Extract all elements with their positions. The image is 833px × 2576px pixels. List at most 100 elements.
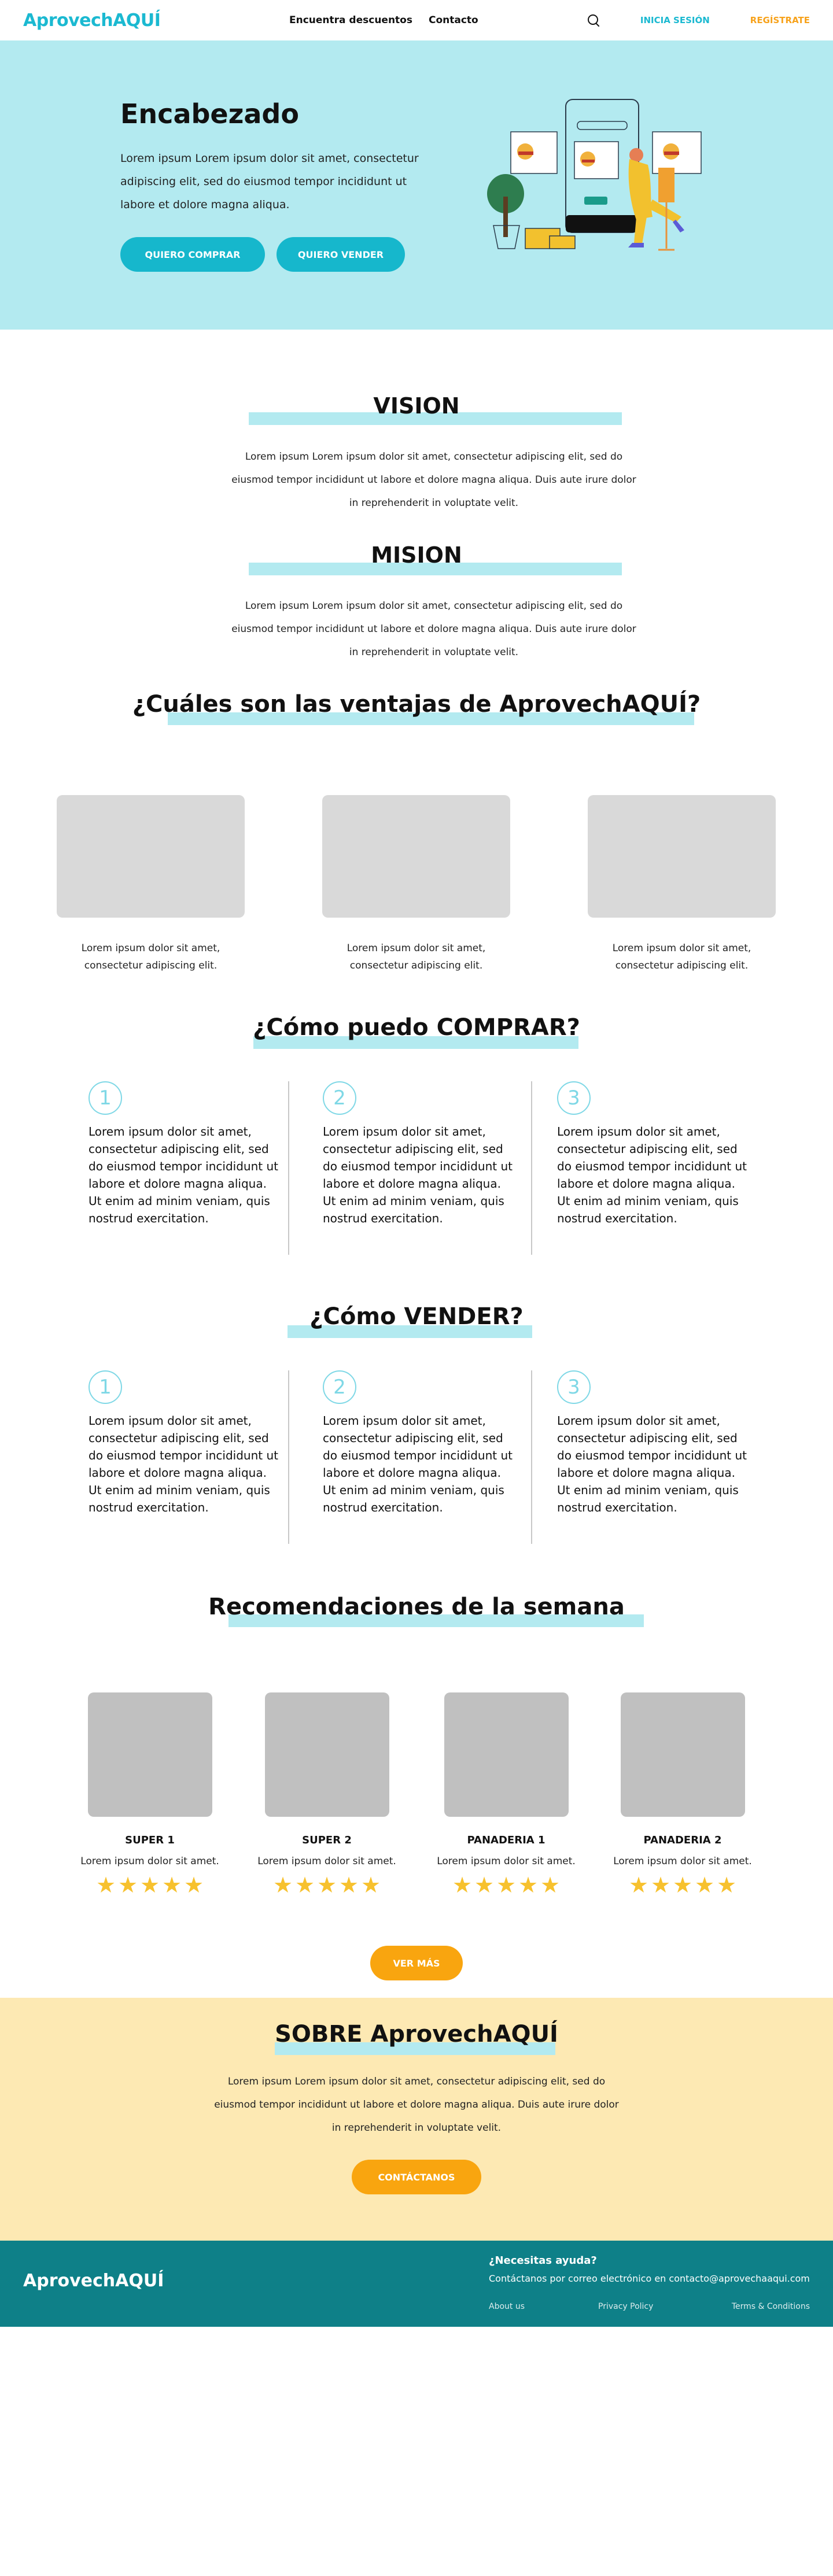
step-number: 1 xyxy=(89,1370,122,1404)
star-icon: ★ xyxy=(140,1872,160,1898)
advantage-text-1: Lorem ipsum dolor sit amet, consectetur … xyxy=(81,943,220,971)
rating-stars: ★ ★ ★ ★ ★ xyxy=(431,1872,581,1898)
buy-button[interactable]: QUIERO COMPRAR xyxy=(120,237,265,272)
star-icon: ★ xyxy=(651,1872,671,1898)
star-icon: ★ xyxy=(273,1872,293,1898)
buy-step-2: 2 Lorem ipsum dolor sit amet, consectetu… xyxy=(323,1081,514,1227)
step-text: Lorem ipsum dolor sit amet, consectetur … xyxy=(323,1125,513,1225)
mision-title: MISION xyxy=(371,542,462,568)
step-number: 2 xyxy=(323,1370,356,1404)
step-divider xyxy=(288,1081,289,1255)
recommendation-name: PANADERIA 2 xyxy=(643,1834,722,1846)
sell-step-1: 1 Lorem ipsum dolor sit amet, consectetu… xyxy=(89,1370,279,1516)
sell-step-2: 2 Lorem ipsum dolor sit amet, consectetu… xyxy=(323,1370,514,1516)
footer-logo[interactable]: AprovechAQUÍ xyxy=(23,2271,164,2291)
step-text: Lorem ipsum dolor sit amet, consectetur … xyxy=(89,1125,278,1225)
star-icon: ★ xyxy=(96,1872,116,1898)
login-link[interactable]: INICIA SESIÓN xyxy=(640,15,710,25)
recommendation-desc: Lorem ipsum dolor sit amet. xyxy=(257,1856,396,1867)
advantage-image-1 xyxy=(57,795,245,918)
star-icon: ★ xyxy=(452,1872,473,1898)
about-title: SOBRE AprovechAQUÍ xyxy=(275,2021,558,2048)
vision-title: VISION xyxy=(373,393,460,419)
star-icon: ★ xyxy=(162,1872,182,1898)
rating-stars: ★ ★ ★ ★ ★ xyxy=(75,1872,225,1898)
hero-title: Encabezado xyxy=(120,98,299,130)
mision-text: Lorem ipsum Lorem ipsum dolor sit amet, … xyxy=(231,600,636,658)
recommendation-name: PANADERIA 1 xyxy=(467,1834,545,1846)
recommendation-card-3[interactable]: PANADERIA 1 Lorem ipsum dolor sit amet. … xyxy=(431,1692,581,1898)
step-text: Lorem ipsum dolor sit amet, consectetur … xyxy=(89,1414,278,1514)
footer-help-text: Contáctanos por correo electrónico en co… xyxy=(489,2273,810,2284)
step-divider xyxy=(531,1081,532,1255)
rating-stars: ★ ★ ★ ★ ★ xyxy=(607,1872,758,1898)
step-number: 2 xyxy=(323,1081,356,1115)
sell-button[interactable]: QUIERO VENDER xyxy=(277,237,405,272)
logo[interactable]: AprovechAQUÍ xyxy=(23,10,161,31)
vision-text: Lorem ipsum Lorem ipsum dolor sit amet, … xyxy=(231,451,636,509)
footer-link-privacy[interactable]: Privacy Policy xyxy=(598,2302,653,2311)
star-icon: ★ xyxy=(295,1872,315,1898)
star-icon: ★ xyxy=(339,1872,359,1898)
hero: Encabezado Lorem ipsum Lorem ipsum dolor… xyxy=(0,40,833,330)
recommendations-title: Recomendaciones de la semana xyxy=(208,1594,625,1620)
about-section: SOBRE AprovechAQUÍ Lorem ipsum Lorem ips… xyxy=(0,1998,833,2241)
star-icon: ★ xyxy=(717,1872,737,1898)
star-icon: ★ xyxy=(540,1872,561,1898)
star-icon: ★ xyxy=(695,1872,715,1898)
step-number: 3 xyxy=(557,1081,591,1115)
star-icon: ★ xyxy=(518,1872,539,1898)
step-text: Lorem ipsum dolor sit amet, consectetur … xyxy=(557,1125,747,1225)
top-nav: AprovechAQUÍ Encuentra descuentos Contac… xyxy=(0,0,833,40)
footer-link-terms[interactable]: Terms & Conditions xyxy=(732,2302,810,2311)
hero-illustration xyxy=(487,99,702,251)
search-icon[interactable] xyxy=(587,14,600,27)
hero-text: Lorem ipsum Lorem ipsum dolor sit amet, … xyxy=(120,152,419,211)
star-icon: ★ xyxy=(361,1872,381,1898)
main-content: VISION Lorem ipsum Lorem ipsum dolor sit… xyxy=(0,330,833,2576)
recommendation-desc: Lorem ipsum dolor sit amet. xyxy=(613,1856,752,1867)
advantage-text-2: Lorem ipsum dolor sit amet, consectetur … xyxy=(347,943,486,971)
recommendation-desc: Lorem ipsum dolor sit amet. xyxy=(80,1856,219,1867)
step-text: Lorem ipsum dolor sit amet, consectetur … xyxy=(557,1414,747,1514)
about-text: Lorem ipsum Lorem ipsum dolor sit amet, … xyxy=(214,2076,619,2134)
recommendation-card-2[interactable]: SUPER 2 Lorem ipsum dolor sit amet. ★ ★ ★ ★… xyxy=(252,1692,402,1898)
recommendation-name: SUPER 2 xyxy=(302,1834,352,1846)
step-number: 3 xyxy=(557,1370,591,1404)
rating-stars: ★ ★ ★ ★ ★ xyxy=(252,1872,402,1898)
star-icon: ★ xyxy=(184,1872,204,1898)
advantage-image-3 xyxy=(588,795,776,918)
star-icon: ★ xyxy=(629,1872,649,1898)
recommendation-card-4[interactable]: PANADERIA 2 Lorem ipsum dolor sit amet. … xyxy=(607,1692,758,1898)
nav-links: Encuentra descuentos Contacto xyxy=(289,0,478,40)
star-icon: ★ xyxy=(673,1872,693,1898)
step-divider xyxy=(531,1370,532,1544)
advantage-image-2 xyxy=(322,795,510,918)
contact-button[interactable]: CONTÁCTANOS xyxy=(352,2160,481,2194)
footer-help-title: ¿Necesitas ayuda? xyxy=(489,2255,597,2267)
star-icon: ★ xyxy=(496,1872,517,1898)
recommendation-card-1[interactable]: SUPER 1 Lorem ipsum dolor sit amet. ★ ★ ★ ★… xyxy=(75,1692,225,1898)
signup-link[interactable]: REGÍSTRATE xyxy=(750,15,810,25)
step-number: 1 xyxy=(89,1081,122,1115)
recommendation-image xyxy=(264,1692,389,1817)
nav-link-descuentos[interactable]: Encuentra descuentos xyxy=(289,14,412,26)
footer: AprovechAQUÍ ¿Necesitas ayuda? Contáctan… xyxy=(0,2241,833,2327)
advantages-title: ¿Cuáles son las ventajas de AprovechAQUÍ… xyxy=(132,691,701,718)
star-icon: ★ xyxy=(474,1872,495,1898)
recommendation-image xyxy=(87,1692,212,1817)
buy-step-1: 1 Lorem ipsum dolor sit amet, consectetu… xyxy=(89,1081,279,1227)
step-divider xyxy=(288,1370,289,1544)
footer-link-about[interactable]: About us xyxy=(489,2302,525,2311)
star-icon: ★ xyxy=(317,1872,337,1898)
advantage-text-3: Lorem ipsum dolor sit amet, consectetur … xyxy=(612,943,751,971)
sell-title: ¿Cómo VENDER? xyxy=(309,1303,524,1330)
buy-title: ¿Cómo puedo COMPRAR? xyxy=(253,1014,580,1041)
nav-link-contacto[interactable]: Contacto xyxy=(429,14,478,26)
see-more-button[interactable]: VER MÁS xyxy=(370,1946,463,1980)
buy-step-3: 3 Lorem ipsum dolor sit amet, consectetu… xyxy=(557,1081,748,1227)
recommendation-desc: Lorem ipsum dolor sit amet. xyxy=(437,1856,576,1867)
star-icon: ★ xyxy=(118,1872,138,1898)
hero-buttons: QUIERO COMPRAR QUIERO VENDER xyxy=(120,237,405,272)
recommendation-image xyxy=(620,1692,745,1817)
